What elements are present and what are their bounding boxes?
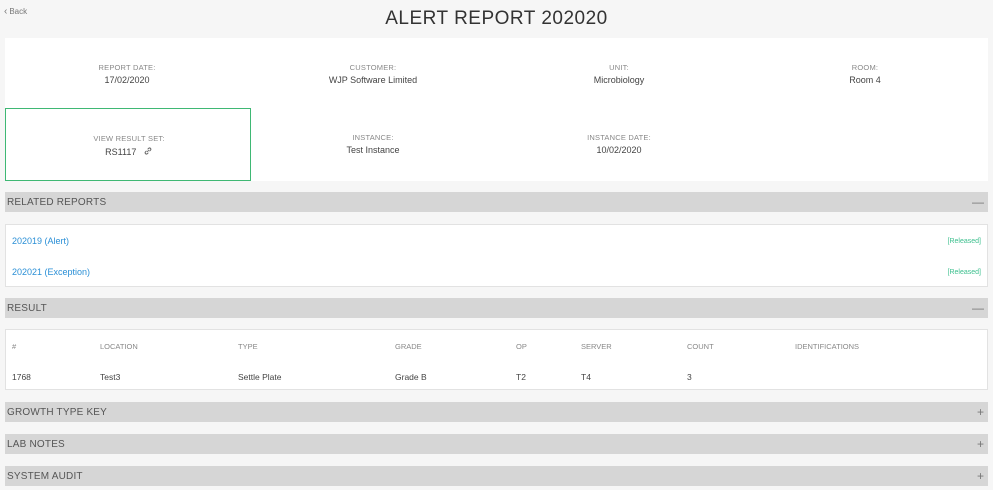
column-header-op: OP <box>516 342 527 351</box>
unit-field: UNIT: Microbiology <box>519 63 719 85</box>
report-date-value: 17/02/2020 <box>104 75 150 85</box>
lab-notes-title: LAB NOTES <box>7 438 65 450</box>
related-report-link[interactable]: 202019 (Alert) <box>12 236 69 246</box>
related-reports-panel: 202019 (Alert) [Released] 202021 (Except… <box>5 224 988 287</box>
cell-count: 3 <box>687 372 692 382</box>
customer-field: CUSTOMER: WJP Software Limited <box>273 63 473 85</box>
status-badge: [Released] <box>947 237 981 245</box>
collapse-icon[interactable]: — <box>972 302 984 314</box>
instance-field: INSTANCE: Test Instance <box>273 133 473 155</box>
room-field: ROOM: Room 4 <box>765 63 965 85</box>
room-value: Room 4 <box>849 75 881 85</box>
status-badge: [Released] <box>947 268 981 276</box>
result-title: RESULT <box>7 302 47 314</box>
page-title: ALERT REPORT 202020 <box>385 8 608 29</box>
related-report-row: 202019 (Alert) [Released] <box>12 236 981 246</box>
report-date-field: REPORT DATE: 17/02/2020 <box>27 63 227 85</box>
cell-number: 1768 <box>12 372 31 382</box>
cell-op: T2 <box>516 372 526 382</box>
system-audit-title: SYSTEM AUDIT <box>7 470 83 482</box>
related-report-row: 202021 (Exception) [Released] <box>12 267 981 277</box>
cell-location: Test3 <box>100 372 121 382</box>
column-header-number: # <box>12 342 17 351</box>
growth-type-key-header[interactable]: GROWTH TYPE KEY + <box>5 402 988 422</box>
column-header-location: LOCATION <box>100 342 138 351</box>
column-header-grade: GRADE <box>395 342 422 351</box>
related-reports-header[interactable]: RELATED REPORTS — <box>5 192 988 212</box>
unit-label: UNIT: <box>609 63 629 72</box>
instance-date-value: 10/02/2020 <box>596 145 642 155</box>
unit-value: Microbiology <box>593 75 645 85</box>
system-audit-header[interactable]: SYSTEM AUDIT + <box>5 466 988 486</box>
related-report-link[interactable]: 202021 (Exception) <box>12 267 90 277</box>
related-reports-title: RELATED REPORTS <box>7 196 107 208</box>
column-header-identifications: IDENTIFICATIONS <box>795 342 860 351</box>
view-result-set-box[interactable]: VIEW RESULT SET: RS1117 <box>5 108 251 181</box>
result-set-value: RS1117 <box>105 147 137 157</box>
expand-icon[interactable]: + <box>977 438 984 450</box>
result-set-value-row: RS1117 <box>29 146 229 157</box>
result-header[interactable]: RESULT — <box>5 298 988 318</box>
customer-label: CUSTOMER: <box>349 63 397 72</box>
collapse-icon[interactable]: — <box>972 196 984 208</box>
cell-type: Settle Plate <box>238 372 282 382</box>
room-label: ROOM: <box>851 63 879 72</box>
growth-type-key-title: GROWTH TYPE KEY <box>7 406 108 418</box>
cell-grade: Grade B <box>395 372 427 382</box>
instance-date-label: INSTANCE DATE: <box>587 133 651 142</box>
cell-server: T4 <box>581 372 591 382</box>
instance-label: INSTANCE: <box>352 133 394 142</box>
instance-value: Test Instance <box>346 145 400 155</box>
column-header-count: COUNT <box>687 342 714 351</box>
expand-icon[interactable]: + <box>977 470 984 482</box>
result-set-field: VIEW RESULT SET: RS1117 <box>29 134 229 157</box>
lab-notes-header[interactable]: LAB NOTES + <box>5 434 988 454</box>
column-header-type: TYPE <box>238 342 258 351</box>
result-table: # LOCATION TYPE GRADE OP SERVER COUNT ID… <box>5 329 988 390</box>
report-date-label: REPORT DATE: <box>98 63 156 72</box>
link-icon[interactable] <box>143 146 153 156</box>
column-header-server: SERVER <box>581 342 612 351</box>
report-info-card: REPORT DATE: 17/02/2020 CUSTOMER: WJP So… <box>5 38 988 181</box>
instance-date-field: INSTANCE DATE: 10/02/2020 <box>519 133 719 155</box>
customer-value: WJP Software Limited <box>328 75 418 85</box>
expand-icon[interactable]: + <box>977 406 984 418</box>
result-set-label: VIEW RESULT SET: <box>93 134 165 143</box>
